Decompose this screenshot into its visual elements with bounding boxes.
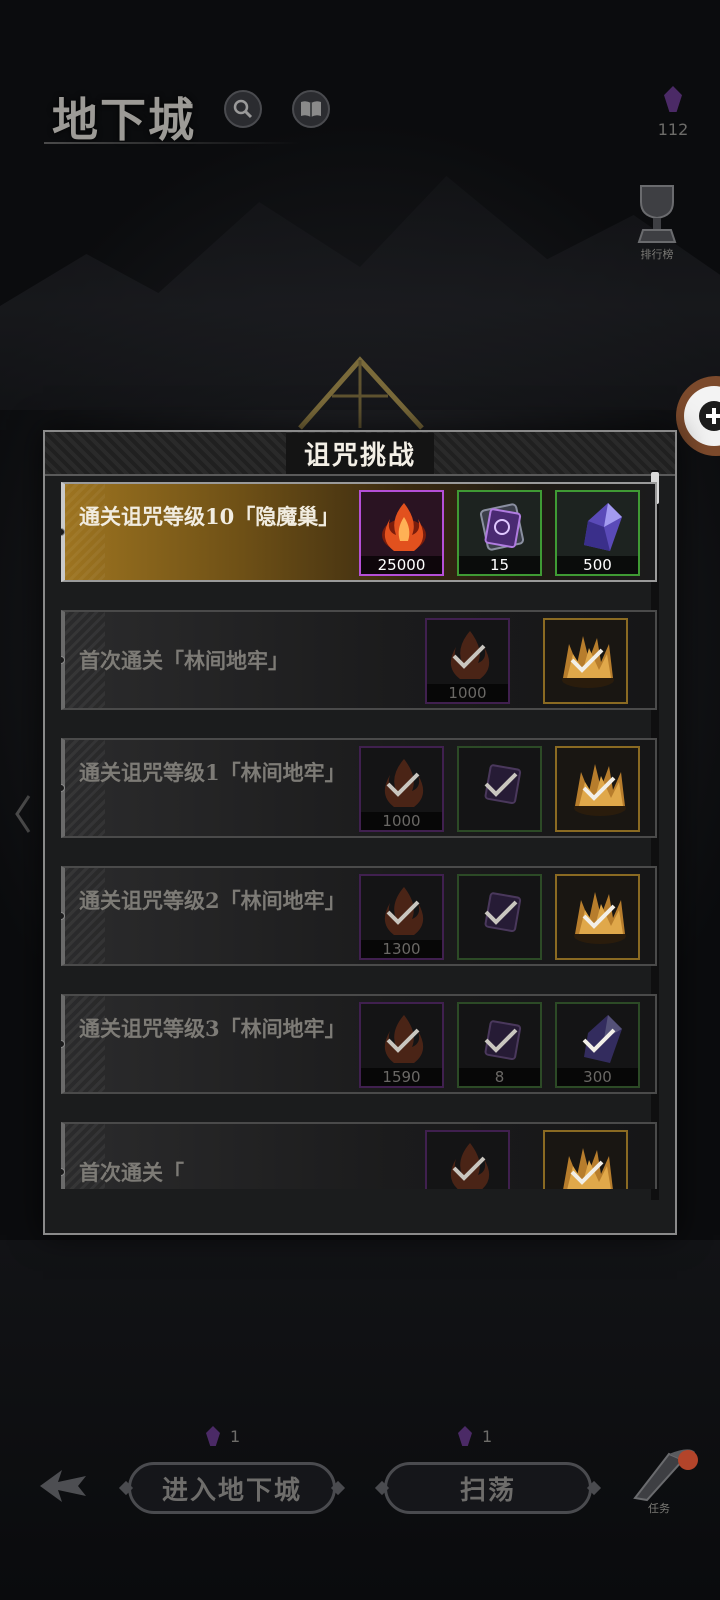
dialog-title: 诅咒挑战: [285, 432, 434, 474]
reward-slot[interactable]: [543, 1130, 628, 1189]
search-button[interactable]: [224, 90, 262, 128]
checkmark-icon: [452, 644, 486, 669]
challenge-name: 通关诅咒等级2「林间地牢」: [79, 888, 346, 913]
checkmark-icon: [452, 1156, 486, 1181]
checkmark-icon: [484, 772, 518, 797]
notification-badge: [678, 1450, 698, 1470]
trophy-icon: [637, 185, 677, 243]
checkmark-icon: [484, 1028, 518, 1053]
purple-gem-icon: [206, 1426, 220, 1446]
checkmark-icon: [582, 904, 616, 929]
sweep-button[interactable]: 扫荡: [384, 1462, 592, 1514]
chevron-left-icon: [15, 795, 31, 833]
task-label: 任务: [648, 1502, 670, 1515]
sweep-cost-value: 1: [482, 1426, 493, 1446]
book-icon: [301, 101, 321, 117]
dialog-header: 诅咒挑战: [45, 432, 675, 476]
checkmark-icon: [386, 900, 420, 925]
reward-slot[interactable]: 25000: [359, 490, 444, 576]
curse-challenge-dialog: 诅咒挑战 通关诅咒等级10「隐魔巢」 25000 15 500 首次通关「林间地…: [43, 430, 677, 1235]
reward-count: 1590: [361, 1068, 442, 1086]
challenge-row[interactable]: 首次通关「: [61, 1122, 657, 1189]
checkmark-icon: [570, 648, 604, 673]
reward-slot[interactable]: [425, 1130, 510, 1189]
back-arrow-icon: [40, 1470, 86, 1502]
flame-essence-icon: [381, 503, 426, 551]
challenge-row[interactable]: 通关诅咒等级1「林间地牢」 1000: [61, 738, 657, 838]
checkmark-icon: [570, 1160, 604, 1185]
challenge-name: 通关诅咒等级3「林间地牢」: [79, 1016, 346, 1041]
reward-count: 1000: [427, 684, 508, 702]
checkmark-icon: [386, 1028, 420, 1053]
checkmark-icon: [582, 776, 616, 801]
enter-cost-value: 1: [230, 1426, 241, 1446]
page-title: 地下城: [52, 93, 196, 147]
guide-button[interactable]: [292, 90, 330, 128]
reward-slot[interactable]: 300: [555, 1002, 640, 1088]
previous-dungeon-arrow[interactable]: [14, 792, 32, 836]
enter-dungeon-button[interactable]: 进入地下城: [128, 1462, 336, 1514]
title-underline: [44, 142, 300, 144]
reward-slot[interactable]: 1000: [425, 618, 510, 704]
reward-slot[interactable]: 1000: [359, 746, 444, 832]
checkmark-icon: [582, 1028, 616, 1053]
plus-circle-icon: [699, 401, 720, 431]
reward-count: 1000: [361, 812, 442, 830]
enter-cost: 1: [206, 1426, 240, 1446]
reward-slot[interactable]: [543, 618, 628, 704]
reward-count: 300: [557, 1068, 638, 1086]
leaderboard-button[interactable]: 排行榜: [622, 180, 692, 262]
leaderboard-label: 排行榜: [640, 248, 674, 261]
currency-value: 112: [657, 120, 689, 139]
challenge-name: 通关诅咒等级1「林间地牢」: [79, 760, 346, 785]
dungeon-gate-icon: [298, 356, 424, 430]
checkmark-icon: [484, 900, 518, 925]
challenge-name: 首次通关「林间地牢」: [79, 648, 289, 673]
challenge-row[interactable]: 通关诅咒等级3「林间地牢」 1590 8 300: [61, 994, 657, 1094]
reward-slot[interactable]: [457, 746, 542, 832]
crystal-icon: [583, 503, 622, 551]
challenge-name: 首次通关「: [79, 1160, 184, 1185]
challenge-list[interactable]: 通关诅咒等级10「隐魔巢」 25000 15 500 首次通关「林间地牢」 10…: [61, 482, 657, 1189]
reward-slot[interactable]: [555, 874, 640, 960]
purple-gem-icon: [458, 1426, 472, 1446]
reward-slot[interactable]: 8: [457, 1002, 542, 1088]
purple-gem-icon: [664, 86, 682, 112]
reward-count: 15: [459, 556, 540, 574]
sweep-cost: 1: [458, 1426, 492, 1446]
back-button[interactable]: [38, 1466, 88, 1510]
rune-stone-icon: [479, 503, 524, 551]
reward-count: 500: [557, 556, 638, 574]
reward-slot[interactable]: 1590: [359, 1002, 444, 1088]
checkmark-icon: [386, 772, 420, 797]
background-ground: [0, 1240, 720, 1600]
reward-slot[interactable]: [555, 746, 640, 832]
challenge-name: 通关诅咒等级10「隐魔巢」: [79, 504, 340, 529]
challenge-row[interactable]: 首次通关「林间地牢」 1000: [61, 610, 657, 710]
reward-slot[interactable]: 1300: [359, 874, 444, 960]
reward-count: 8: [459, 1068, 540, 1086]
challenge-row[interactable]: 通关诅咒等级2「林间地牢」 1300: [61, 866, 657, 966]
search-icon: [233, 99, 253, 119]
challenge-row[interactable]: 通关诅咒等级10「隐魔巢」 25000 15 500: [61, 482, 657, 582]
currency-display: 112: [648, 86, 698, 139]
reward-slot[interactable]: 500: [555, 490, 640, 576]
reward-slot[interactable]: [457, 874, 542, 960]
reward-slot[interactable]: 15: [457, 490, 542, 576]
reward-count: 1300: [361, 940, 442, 958]
reward-count: 25000: [361, 556, 442, 574]
task-button[interactable]: 任务: [626, 1444, 702, 1530]
